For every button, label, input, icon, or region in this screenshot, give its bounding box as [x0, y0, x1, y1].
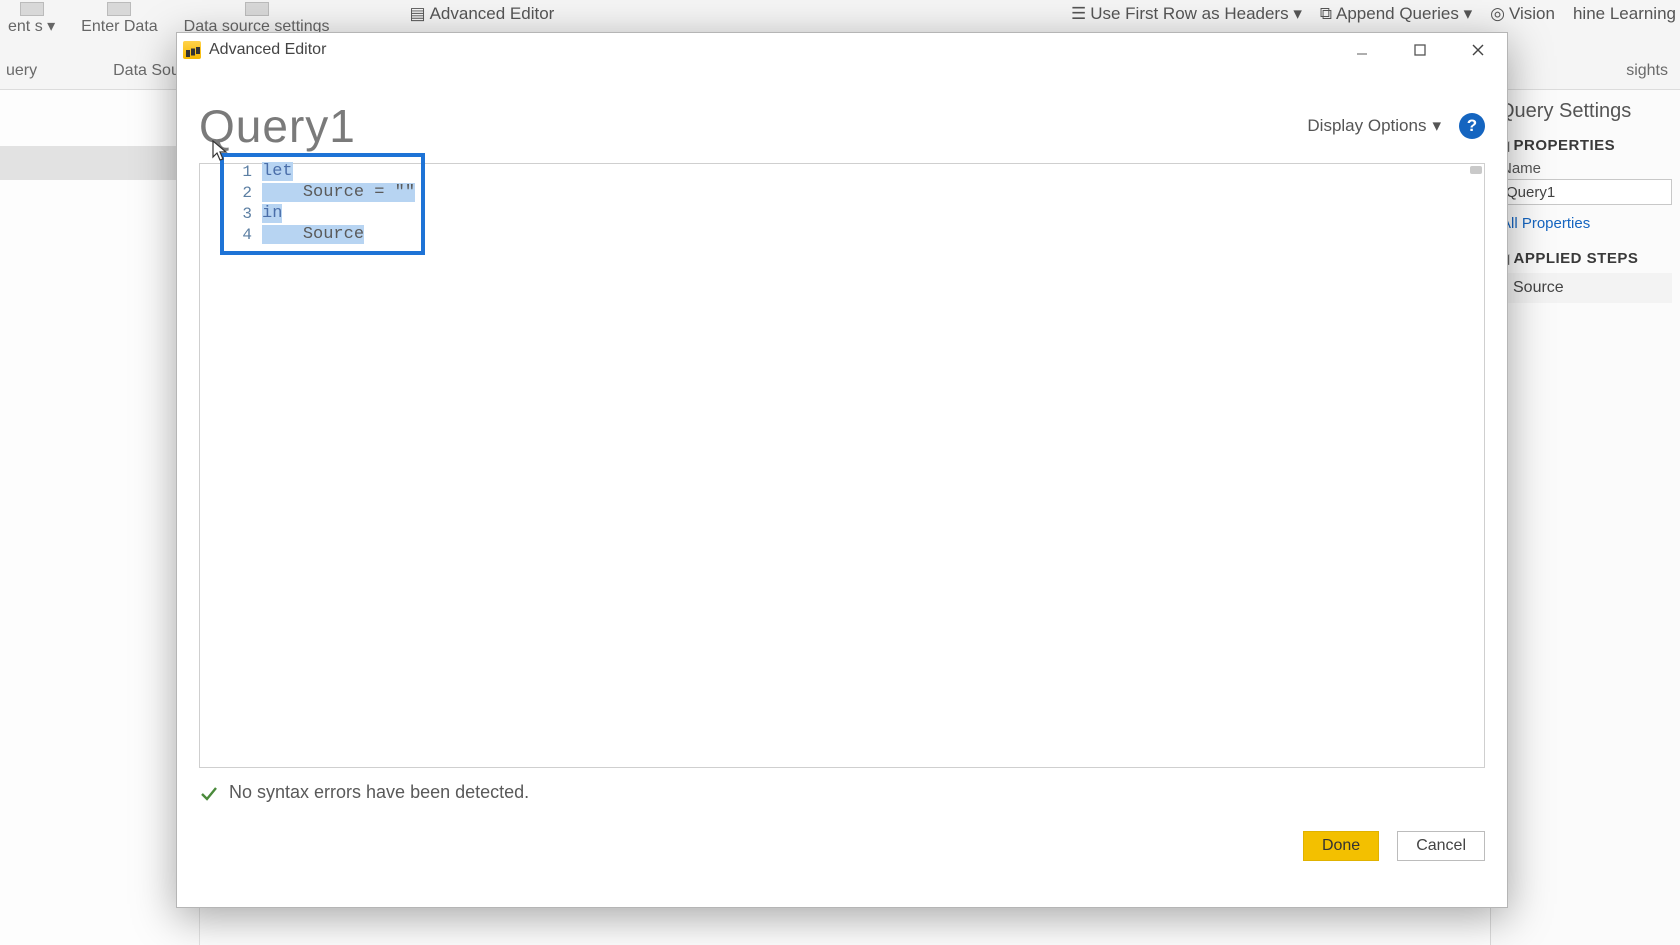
cancel-button[interactable]: Cancel [1397, 831, 1485, 861]
ribbon-label: hine Learning [1573, 4, 1676, 24]
line-number: 3 [230, 205, 252, 223]
ribbon-label: Enter Data [81, 18, 157, 36]
syntax-status: No syntax errors have been detected. [199, 782, 1485, 803]
code-text: Source = "" [262, 183, 415, 202]
minimize-icon [1355, 43, 1369, 57]
ribbon-append-queries[interactable]: ⧉ Append Queries ▾ [1320, 2, 1472, 24]
ribbon-label: ent s ▾ [8, 18, 55, 36]
applied-steps-list: Source [1499, 273, 1672, 303]
query-settings-title: Query Settings [1499, 100, 1672, 123]
ribbon-advanced-editor[interactable]: ▤ Advanced Editor [410, 2, 555, 24]
code-selection-highlight: 1 let 2 Source = "" 3 in 4 Source [220, 153, 425, 255]
append-icon: ⧉ [1320, 4, 1332, 24]
close-icon [1471, 43, 1485, 57]
ribbon-vision[interactable]: ◎ Vision [1490, 2, 1555, 24]
code-keyword: in [262, 204, 282, 223]
line-number: 4 [230, 226, 252, 244]
code-line[interactable]: 3 in [230, 203, 415, 224]
line-number: 1 [230, 163, 252, 181]
dialog-title: Advanced Editor [209, 41, 326, 59]
done-button[interactable]: Done [1303, 831, 1379, 861]
properties-header[interactable]: ◢ PROPERTIES [1499, 137, 1672, 154]
code-line[interactable]: 1 let [230, 161, 415, 182]
close-button[interactable] [1449, 33, 1507, 67]
ribbon-group-query: uery [6, 62, 37, 80]
eye-icon: ◎ [1490, 4, 1505, 24]
display-options-dropdown[interactable]: Display Options ▾ [1307, 116, 1441, 136]
applied-step[interactable]: Source [1499, 273, 1672, 303]
ribbon-label: Append Queries ▾ [1336, 4, 1472, 24]
table-icon [107, 2, 131, 16]
queries-pane [0, 90, 200, 945]
code-keyword: let [262, 162, 293, 181]
gear-icon [245, 2, 269, 16]
code-line[interactable]: 4 Source [230, 224, 415, 245]
properties-header-label: PROPERTIES [1514, 137, 1616, 154]
query-title: Query1 [199, 99, 356, 153]
maximize-icon [1413, 43, 1427, 57]
code-text: Source [262, 225, 364, 244]
ribbon-item-enter-data[interactable]: Enter Data [77, 2, 161, 36]
ribbon-label: Use First Row as Headers ▾ [1090, 4, 1302, 24]
editor-scrollbar[interactable] [1470, 166, 1482, 174]
ribbon-item-datasource-settings[interactable]: Data source settings [180, 2, 334, 36]
ribbon-label: Vision [1509, 4, 1555, 24]
advanced-editor-dialog: Advanced Editor Query1 Display Options ▾… [176, 32, 1508, 908]
help-button[interactable]: ? [1459, 113, 1485, 139]
ribbon-label: Advanced Editor [430, 4, 555, 24]
name-input[interactable] [1499, 179, 1672, 205]
ribbon-item-recent[interactable]: ent s ▾ [4, 2, 59, 36]
line-number: 2 [230, 184, 252, 202]
powerbi-icon [183, 41, 201, 59]
queries-selected-row[interactable] [0, 146, 200, 180]
syntax-status-text: No syntax errors have been detected. [229, 782, 529, 803]
all-properties-link[interactable]: All Properties [1501, 215, 1672, 232]
ribbon-machine-learning[interactable]: hine Learning [1573, 2, 1676, 24]
check-icon [199, 783, 219, 803]
clock-icon [20, 2, 44, 16]
rows-icon: ☰ [1071, 4, 1086, 24]
code-line[interactable]: 2 Source = "" [230, 182, 415, 203]
display-options-label: Display Options [1307, 116, 1426, 136]
maximize-button[interactable] [1391, 33, 1449, 67]
minimize-button[interactable] [1333, 33, 1391, 67]
applied-steps-header[interactable]: ◢ APPLIED STEPS [1499, 250, 1672, 267]
ribbon-group-insights: sights [1626, 62, 1668, 80]
dialog-titlebar: Advanced Editor [177, 33, 1507, 67]
ribbon-use-first-row[interactable]: ☰ Use First Row as Headers ▾ [1071, 2, 1302, 24]
code-editor[interactable]: 1 let 2 Source = "" 3 in 4 Source [199, 163, 1485, 768]
document-icon: ▤ [410, 4, 426, 24]
query-settings-panel: Query Settings ◢ PROPERTIES Name All Pro… [1490, 90, 1680, 945]
applied-steps-label: APPLIED STEPS [1514, 250, 1639, 267]
name-label: Name [1501, 160, 1672, 177]
chevron-down-icon: ▾ [1432, 116, 1441, 136]
